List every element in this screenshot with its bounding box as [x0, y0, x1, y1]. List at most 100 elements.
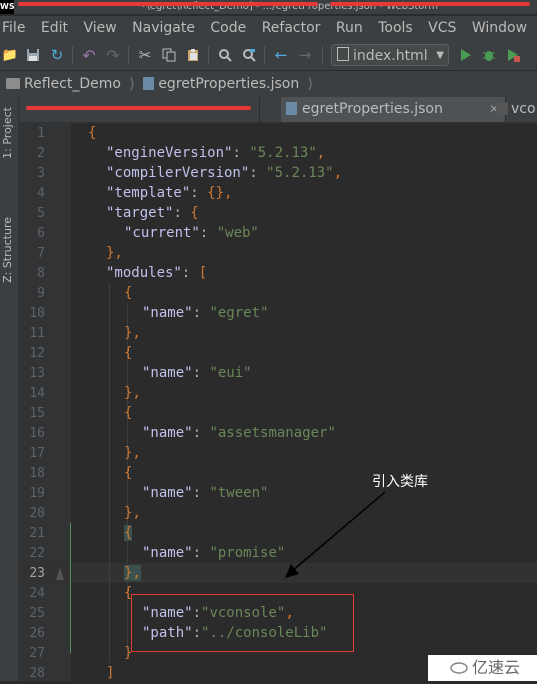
menu-view[interactable]: View: [83, 16, 116, 40]
code-line: "engineVersion": "5.2.13",: [106, 145, 326, 161]
html-file-icon: [337, 47, 349, 61]
editor-gutter: 1 2 3 4 5 6 7 8 9 10 11 12 13 14 15 16 1…: [19, 123, 86, 681]
line-number: 19: [29, 486, 45, 501]
menu-bar: File Edit View Navigate Code Refactor Ru…: [0, 16, 537, 40]
replace-icon[interactable]: [240, 46, 258, 64]
code-line: "name": "promise": [142, 545, 286, 561]
folder-icon: [6, 78, 20, 89]
json-file-icon: [286, 102, 297, 115]
menu-navigate[interactable]: Navigate: [132, 16, 195, 40]
breadcrumb-file[interactable]: egretProperties.json: [158, 76, 299, 92]
code-line: {: [124, 525, 133, 541]
tab-vconsole[interactable]: vco: [494, 97, 537, 122]
line-number: 17: [29, 446, 45, 461]
undo-icon[interactable]: ↶: [80, 46, 98, 65]
toolbar-separator: [128, 46, 129, 64]
line-number: 2: [37, 146, 45, 161]
save-icon[interactable]: [24, 46, 42, 64]
code-line: "current": "web": [124, 225, 259, 241]
forward-icon[interactable]: →: [296, 46, 314, 64]
code-line: ]: [106, 665, 115, 681]
redaction-mark: [18, 2, 318, 6]
toolbar-separator: [322, 46, 323, 64]
cut-icon[interactable]: ✂: [136, 46, 154, 64]
project-tool-tab[interactable]: 1: Project: [1, 107, 17, 159]
find-icon[interactable]: [216, 46, 234, 64]
code-line: },: [124, 565, 141, 581]
line-number: 8: [37, 266, 45, 281]
line-number: 6: [37, 226, 45, 241]
code-line: {: [124, 345, 133, 361]
code-line: "name": "tween": [142, 485, 269, 501]
code-line: },: [124, 445, 141, 461]
paste-icon[interactable]: [184, 46, 202, 64]
menu-refactor[interactable]: Refactor: [262, 16, 321, 40]
change-marker: [70, 523, 71, 583]
toolbar-separator: [208, 46, 209, 64]
line-number: 12: [29, 346, 45, 361]
menu-file[interactable]: File: [2, 16, 25, 40]
line-number: 3: [37, 166, 45, 181]
line-number: 5: [37, 206, 45, 221]
editor-tab-bar: egretProperties.json ✕ vco: [19, 97, 537, 123]
main-toolbar: 📁 ↻ ↶ ↷ ✂ ← →: [0, 40, 537, 71]
code-line: {: [124, 405, 133, 421]
line-number: 26: [29, 626, 45, 641]
menu-code[interactable]: Code: [210, 16, 246, 40]
line-number: 18: [29, 466, 45, 481]
run-configuration-select[interactable]: index.html ▼: [331, 44, 449, 66]
tab-label: vco: [511, 101, 536, 117]
line-number: 11: [29, 326, 45, 341]
breadcrumb-project[interactable]: Reflect_Demo: [24, 76, 121, 92]
coverage-icon[interactable]: [504, 46, 522, 64]
line-number: 10: [29, 306, 45, 321]
line-number: 15: [29, 406, 45, 421]
menu-window[interactable]: Window: [472, 16, 527, 40]
tab-label: egretProperties.json: [302, 101, 443, 117]
watermark: 亿速云: [428, 655, 537, 681]
breadcrumb-separator-icon: ⟩: [129, 76, 135, 92]
code-line: {: [124, 285, 133, 301]
indent-guide: [109, 283, 110, 663]
code-line: },: [106, 245, 123, 261]
structure-tool-tab[interactable]: Z: Structure: [1, 217, 17, 283]
debug-icon[interactable]: [480, 46, 498, 64]
line-number: 23: [29, 566, 45, 581]
toolbar-separator: [264, 46, 265, 64]
code-line: "compilerVersion": "5.2.13",: [106, 165, 343, 181]
run-configuration-label: index.html: [353, 48, 428, 64]
line-number: 25: [29, 606, 45, 621]
menu-edit[interactable]: Edit: [41, 16, 68, 40]
copy-icon[interactable]: [160, 46, 178, 64]
toolbar-separator: [72, 46, 73, 64]
bookmark-icon[interactable]: [54, 566, 66, 580]
watermark-text: 亿速云: [472, 658, 521, 677]
change-marker: [70, 583, 71, 653]
redo-icon[interactable]: ↷: [104, 46, 122, 65]
tab-egret-properties[interactable]: egretProperties.json ✕: [281, 97, 506, 122]
annotation-arrow: [285, 491, 386, 578]
code-line: },: [124, 325, 141, 341]
watermark-logo-icon: [450, 657, 468, 674]
line-number: 13: [29, 366, 45, 381]
line-number: 1: [37, 126, 45, 141]
line-number: 22: [29, 546, 45, 561]
open-folder-icon[interactable]: 📁: [1, 46, 19, 64]
menu-vcs[interactable]: VCS: [428, 16, 456, 40]
code-editor[interactable]: { "engineVersion": "5.2.13", "compilerVe…: [72, 123, 537, 681]
code-line: "name": "egret": [142, 305, 269, 321]
code-line: "name": "assetsmanager": [142, 425, 336, 441]
back-icon[interactable]: ←: [272, 46, 290, 64]
menu-run[interactable]: Run: [336, 16, 363, 40]
code-line: "name": "eui": [142, 365, 252, 381]
menu-tools[interactable]: Tools: [378, 16, 413, 40]
sync-icon[interactable]: ↻: [48, 46, 66, 64]
highlight-box: [131, 594, 354, 652]
js-file-icon: [496, 102, 508, 115]
json-file-icon: [143, 77, 155, 90]
code-line: },: [124, 505, 141, 521]
line-number: 21: [29, 526, 45, 541]
run-icon[interactable]: [456, 46, 474, 64]
code-line: "target": {: [106, 205, 199, 221]
chevron-down-icon: ▼: [436, 50, 444, 61]
